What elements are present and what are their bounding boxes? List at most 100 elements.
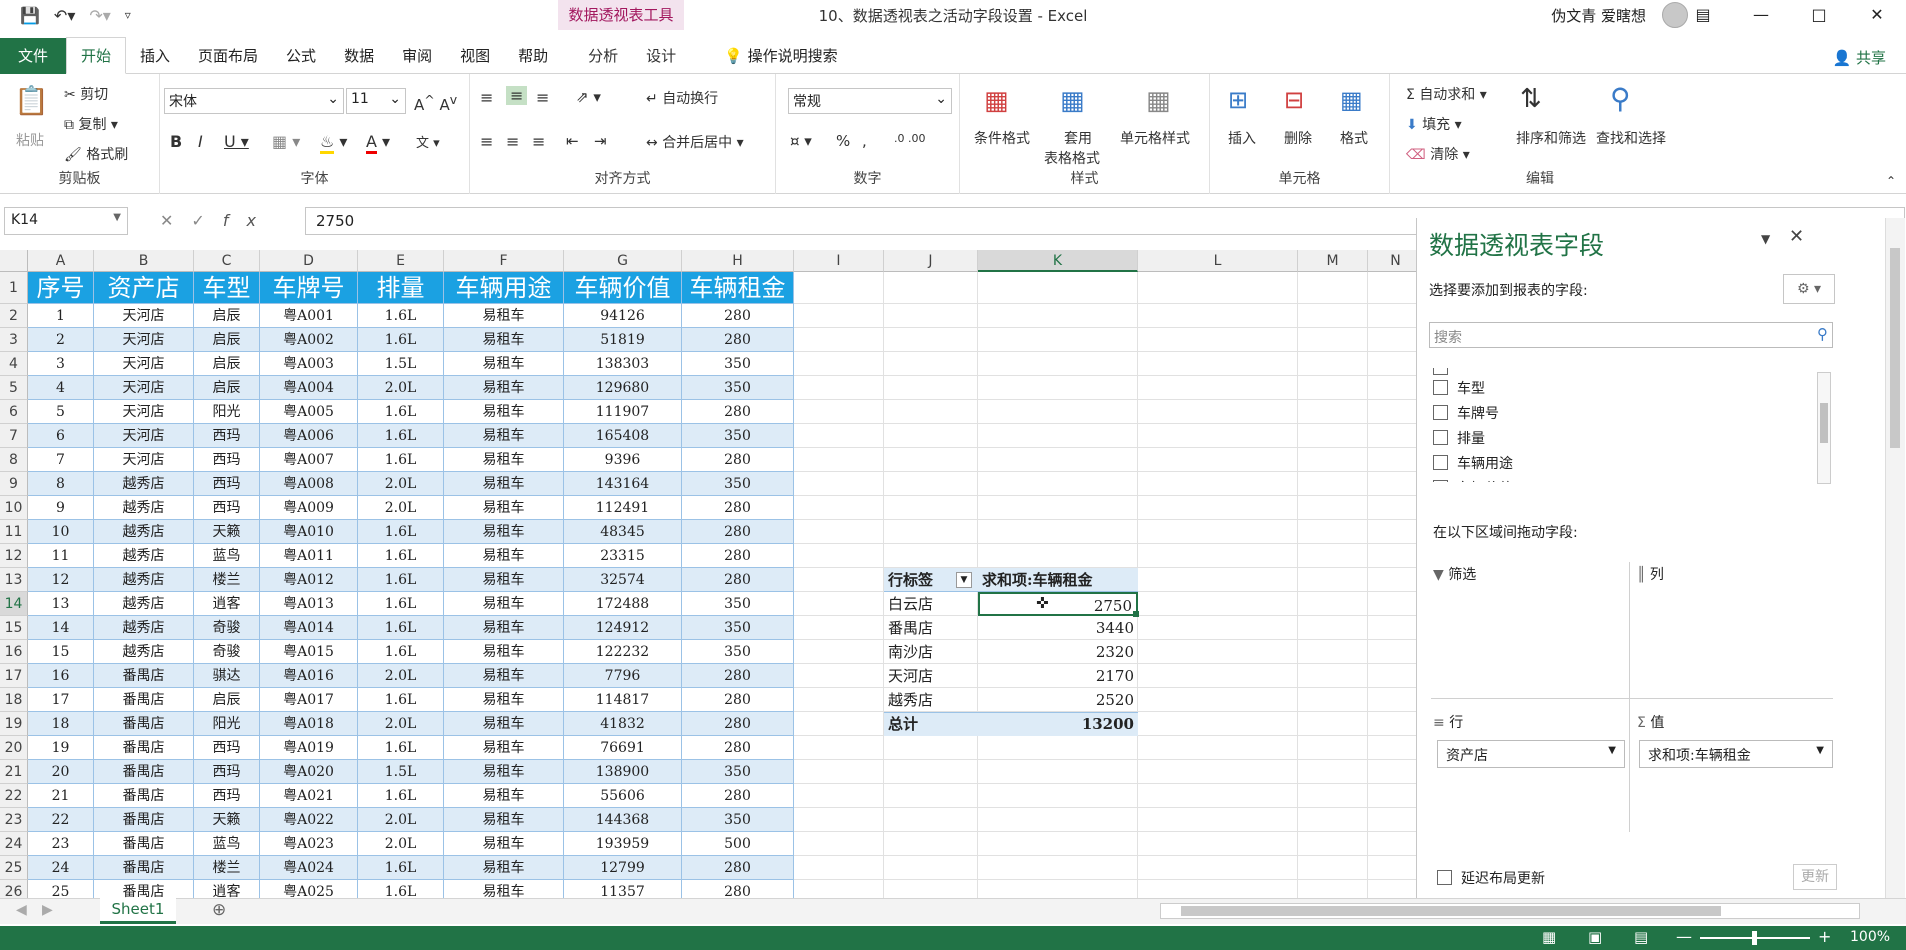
zoom-out-icon[interactable]: — [1676, 927, 1692, 946]
table-cell[interactable]: 天河店 [94, 424, 194, 448]
table-cell[interactable]: 楼兰 [194, 568, 260, 592]
table-cell[interactable]: 粤A018 [260, 712, 358, 736]
empty-cell[interactable] [1368, 688, 1416, 712]
empty-cell[interactable] [1138, 688, 1298, 712]
empty-cell[interactable] [1138, 760, 1298, 784]
empty-cell[interactable] [1298, 760, 1368, 784]
filters-area[interactable]: ▼ 筛选 [1433, 564, 1476, 584]
table-header-cell[interactable]: 车辆价值 [564, 272, 682, 304]
grow-font-icon[interactable]: A^ Av [414, 92, 457, 114]
table-cell[interactable]: 280 [682, 496, 794, 520]
empty-cell[interactable] [1298, 424, 1368, 448]
empty-cell[interactable] [1298, 784, 1368, 808]
pivot-value-cell[interactable]: 2170 [978, 664, 1138, 688]
select-all-corner[interactable] [0, 250, 28, 272]
empty-cell[interactable] [794, 664, 884, 688]
table-cell[interactable]: 24 [28, 856, 94, 880]
table-cell[interactable]: 280 [682, 520, 794, 544]
row-header[interactable]: 22 [0, 784, 28, 808]
table-cell[interactable]: 易租车 [444, 376, 564, 400]
table-cell[interactable]: 1.6L [358, 400, 444, 424]
empty-cell[interactable] [884, 272, 978, 304]
empty-cell[interactable] [884, 448, 978, 472]
empty-cell[interactable] [884, 760, 978, 784]
table-cell[interactable]: 启辰 [194, 304, 260, 328]
empty-cell[interactable] [794, 472, 884, 496]
table-cell[interactable]: 越秀店 [94, 568, 194, 592]
columns-area[interactable]: ║ 列 [1637, 564, 1664, 584]
empty-cell[interactable] [978, 272, 1138, 304]
empty-cell[interactable] [1138, 304, 1298, 328]
table-cell[interactable]: 越秀店 [94, 544, 194, 568]
table-cell[interactable]: 西玛 [194, 760, 260, 784]
table-cell[interactable]: 启辰 [194, 376, 260, 400]
row-header[interactable]: 6 [0, 400, 28, 424]
empty-cell[interactable] [978, 856, 1138, 880]
align-middle-icon[interactable]: ≡ [506, 86, 528, 105]
delete-cells-button[interactable]: 删除 [1284, 128, 1312, 148]
column-header[interactable]: N [1368, 250, 1416, 272]
empty-cell[interactable] [1138, 328, 1298, 352]
row-header[interactable]: 9 [0, 472, 28, 496]
table-cell[interactable]: 粤A016 [260, 664, 358, 688]
empty-cell[interactable] [1368, 424, 1416, 448]
table-cell[interactable]: 20 [28, 760, 94, 784]
table-cell[interactable]: 138303 [564, 352, 682, 376]
empty-cell[interactable] [794, 544, 884, 568]
table-cell[interactable]: 天河店 [94, 400, 194, 424]
clear-button[interactable]: ⌫ 清除 ▾ [1406, 144, 1470, 164]
cell-styles-button[interactable]: 单元格样式 [1120, 128, 1190, 148]
empty-cell[interactable] [794, 272, 884, 304]
empty-cell[interactable] [884, 400, 978, 424]
table-header-cell[interactable]: 车牌号 [260, 272, 358, 304]
table-cell[interactable]: 1.6L [358, 568, 444, 592]
table-cell[interactable]: 逍客 [194, 880, 260, 898]
empty-cell[interactable] [1298, 496, 1368, 520]
cell-styles-icon[interactable]: ▦ [1146, 86, 1171, 116]
field-list-scrollbar[interactable] [1817, 372, 1831, 484]
empty-cell[interactable] [884, 304, 978, 328]
table-cell[interactable]: 350 [682, 760, 794, 784]
row-header[interactable]: 18 [0, 688, 28, 712]
increase-indent-icon[interactable]: ⇥ [594, 132, 607, 150]
tab-design[interactable]: 设计 [632, 38, 690, 74]
values-area[interactable]: Σ 值 [1637, 712, 1664, 732]
table-cell[interactable]: 易租车 [444, 736, 564, 760]
empty-cell[interactable] [1138, 856, 1298, 880]
empty-cell[interactable] [794, 568, 884, 592]
empty-cell[interactable] [1368, 448, 1416, 472]
empty-cell[interactable] [1298, 640, 1368, 664]
empty-cell[interactable] [1368, 568, 1416, 592]
table-cell[interactable]: 粤A015 [260, 640, 358, 664]
add-sheet-icon[interactable]: ⊕ [212, 900, 226, 920]
table-cell[interactable]: 易租车 [444, 472, 564, 496]
table-cell[interactable]: 粤A022 [260, 808, 358, 832]
row-header[interactable]: 12 [0, 544, 28, 568]
empty-cell[interactable] [1138, 376, 1298, 400]
field-label[interactable]: 车辆用途 [1457, 453, 1513, 473]
empty-cell[interactable] [884, 352, 978, 376]
table-cell[interactable]: 1.5L [358, 760, 444, 784]
table-cell[interactable]: 易租车 [444, 640, 564, 664]
row-header[interactable]: 2 [0, 304, 28, 328]
table-cell[interactable]: 19 [28, 736, 94, 760]
empty-cell[interactable] [1298, 376, 1368, 400]
empty-cell[interactable] [884, 856, 978, 880]
pivot-value-header[interactable]: 求和项:车辆租金 [978, 568, 1138, 592]
empty-cell[interactable] [1368, 496, 1416, 520]
table-cell[interactable]: 1.6L [358, 448, 444, 472]
empty-cell[interactable] [884, 520, 978, 544]
empty-cell[interactable] [1298, 856, 1368, 880]
empty-cell[interactable] [1138, 520, 1298, 544]
table-header-cell[interactable]: 资产店 [94, 272, 194, 304]
table-cell[interactable]: 番禺店 [94, 760, 194, 784]
table-cell[interactable]: 280 [682, 328, 794, 352]
table-format-label-2[interactable]: 表格格式 [1044, 148, 1100, 168]
table-cell[interactable]: 280 [682, 568, 794, 592]
table-header-cell[interactable]: 车辆用途 [444, 272, 564, 304]
table-cell[interactable]: 165408 [564, 424, 682, 448]
empty-cell[interactable] [794, 760, 884, 784]
copy-button[interactable]: ⧉ 复制 ▾ [64, 114, 118, 134]
empty-cell[interactable] [1368, 304, 1416, 328]
pivot-row-label[interactable]: 番禺店 [884, 616, 978, 640]
